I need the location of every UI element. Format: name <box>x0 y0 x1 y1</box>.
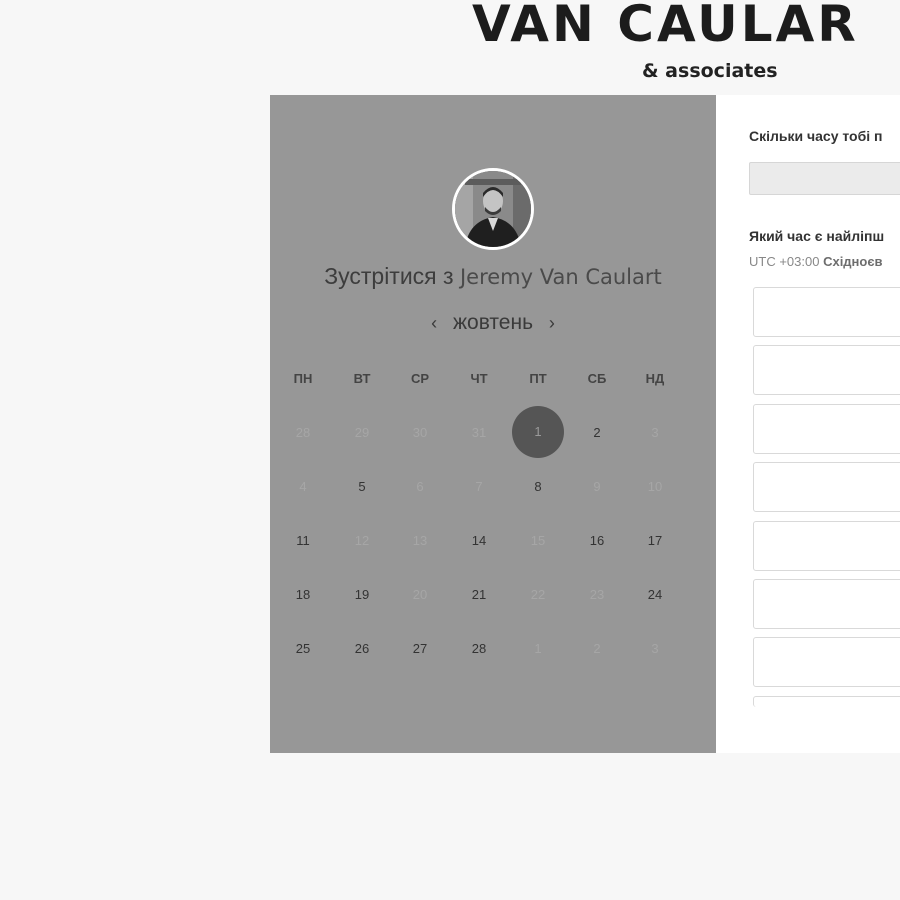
calendar-day: 12 <box>354 533 370 548</box>
calendar-day: 10 <box>647 479 663 494</box>
calendar-day: 6 <box>416 479 424 494</box>
calendar-day: 7 <box>475 479 483 494</box>
weekday-label: ПН <box>293 371 313 386</box>
calendar-day: 15 <box>530 533 546 548</box>
time-slot-button[interactable] <box>753 579 900 629</box>
calendar-day: 30 <box>412 425 428 440</box>
calendar-day[interactable]: 24 <box>635 587 675 602</box>
timezone-label[interactable]: UTC +03:00 Східноєв <box>749 254 883 269</box>
brand-logo-title: VAN CAULAR <box>472 0 859 53</box>
host-avatar <box>452 168 534 250</box>
calendar-day[interactable]: 17 <box>635 533 675 548</box>
calendar-day[interactable]: 18 <box>283 587 323 602</box>
calendar-day: 2 <box>593 641 601 656</box>
calendar-day[interactable]: 28 <box>459 641 499 656</box>
calendar-day: 1 <box>534 641 542 656</box>
calendar-day-selected[interactable]: 1 <box>512 406 564 458</box>
duration-question: Скільки часу тобі п <box>749 128 883 144</box>
calendar-day[interactable]: 27 <box>400 641 440 656</box>
calendar-day: 3 <box>651 425 659 440</box>
calendar-day[interactable]: 14 <box>459 533 499 548</box>
calendar-day[interactable]: 21 <box>459 587 499 602</box>
calendar-day[interactable]: 26 <box>342 641 382 656</box>
calendar-day: 3 <box>651 641 659 656</box>
timezone-name: Східноєв <box>823 254 883 269</box>
time-slot-button[interactable] <box>753 345 900 396</box>
calendar-day[interactable]: 16 <box>577 533 617 548</box>
weekday-label: СР <box>410 371 430 386</box>
calendar-day[interactable]: 25 <box>283 641 323 656</box>
time-slot-button[interactable] <box>753 637 900 688</box>
weekday-label: ВТ <box>353 371 371 386</box>
host-heading: Зустрітися з Jeremy Van Caulart <box>270 263 716 290</box>
weekday-label: НД <box>645 371 665 386</box>
month-navigation: ‹ жовтень › <box>270 311 716 335</box>
calendar-day: 23 <box>589 587 605 602</box>
calendar-day: 22 <box>530 587 546 602</box>
time-slot-button[interactable] <box>753 403 900 454</box>
calendar-day: 4 <box>299 479 307 494</box>
calendar-day[interactable]: 19 <box>342 587 382 602</box>
month-label: жовтень <box>452 311 534 334</box>
duration-field[interactable] <box>749 162 900 195</box>
time-slot-button[interactable] <box>753 520 900 571</box>
details-panel: Скільки часу тобі п Який час є найліпш U… <box>716 95 900 753</box>
time-question: Який час є найліпш <box>749 228 885 244</box>
timezone-offset: UTC +03:00 <box>749 254 820 269</box>
calendar-day: 9 <box>593 479 601 494</box>
host-photo-icon <box>455 171 531 247</box>
time-slot-button[interactable] <box>753 695 900 707</box>
calendar-day: 13 <box>412 533 428 548</box>
calendar-day: 28 <box>295 425 311 440</box>
booking-card: Зустрітися з Jeremy Van Caulart ‹ жовтен… <box>270 95 900 753</box>
time-slot-button[interactable] <box>753 287 900 337</box>
host-heading-prefix: Зустрітися з <box>324 263 454 289</box>
host-name: Jeremy Van Caulart <box>459 265 662 289</box>
weekday-label: ЧТ <box>470 371 488 386</box>
weekday-label: ПТ <box>529 371 547 386</box>
time-slot-button[interactable] <box>753 462 900 513</box>
next-month-icon[interactable]: › <box>539 313 565 333</box>
calendar-day[interactable]: 5 <box>342 479 382 494</box>
calendar-day: 29 <box>354 425 370 440</box>
calendar-day[interactable]: 11 <box>283 533 323 548</box>
calendar-day: 31 <box>471 425 487 440</box>
calendar-panel: Зустрітися з Jeremy Van Caulart ‹ жовтен… <box>270 95 716 753</box>
calendar-day: 20 <box>412 587 428 602</box>
weekday-label: СБ <box>587 371 607 386</box>
calendar-day[interactable]: 8 <box>518 479 558 494</box>
brand-tagline: & associates <box>642 60 778 82</box>
calendar-day[interactable]: 2 <box>577 425 617 440</box>
prev-month-icon[interactable]: ‹ <box>421 313 447 333</box>
